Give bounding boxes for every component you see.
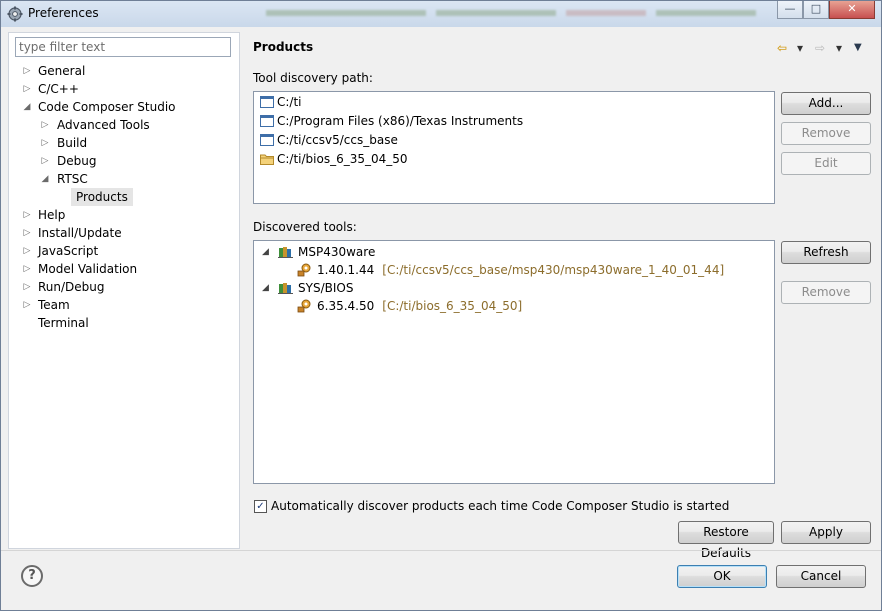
apply-button[interactable]: Apply: [781, 521, 871, 544]
refresh-button[interactable]: Refresh: [781, 241, 871, 264]
auto-discover-checkbox[interactable]: ✓: [254, 500, 267, 513]
preference-tree-pane: ▷ General ▷ C/C++ ◢ Code Composer Studio…: [8, 32, 240, 549]
path-text: C:/ti/bios_6_35_04_50: [277, 152, 408, 166]
tool-path-text: [C:/ti/bios_6_35_04_50]: [382, 299, 523, 313]
tree-item-label: Code Composer Studio: [38, 100, 176, 114]
tree-item-label: Advanced Tools: [57, 118, 150, 132]
tree-item-label-selected: Products: [71, 188, 133, 206]
tree-item-label: Run/Debug: [38, 280, 105, 294]
expand-twisty-icon[interactable]: ▷: [22, 62, 32, 80]
books-icon: [278, 247, 293, 258]
collapse-twisty-icon[interactable]: ◢: [262, 243, 272, 261]
tree-item-label: Terminal: [38, 316, 89, 330]
tree-item-label: C/C++: [38, 82, 79, 96]
add-path-button[interactable]: Add...: [781, 92, 871, 115]
path-text: C:/ti: [277, 95, 302, 109]
view-menu-icon[interactable]: ▼: [854, 41, 862, 55]
tree-item-label: General: [38, 64, 86, 78]
tool-version-text: 1.40.1.44 [C:/ti/ccsv5/ccs_base/msp430/ms…: [317, 263, 725, 277]
forward-history-dropdown-icon[interactable]: ▾: [836, 41, 842, 55]
cancel-button[interactable]: Cancel: [776, 565, 866, 588]
edit-path-button[interactable]: Edit: [781, 152, 871, 175]
expand-twisty-icon[interactable]: ▷: [22, 206, 32, 224]
product-version-icon: [297, 263, 311, 277]
minimize-button[interactable]: —: [777, 1, 803, 19]
tool-path-text: [C:/ti/ccsv5/ccs_base/msp430/msp430ware_…: [382, 263, 725, 277]
blurred-background-graphic: [266, 10, 756, 16]
expand-twisty-icon[interactable]: ▷: [40, 134, 50, 152]
expand-twisty-icon[interactable]: ▷: [40, 152, 50, 170]
title-bar[interactable]: Preferences — □ ✕: [1, 1, 881, 27]
path-text: C:/Program Files (x86)/Texas Instruments: [277, 114, 524, 128]
filter-input[interactable]: [15, 37, 231, 57]
path-text: C:/ti/ccsv5/ccs_base: [277, 133, 398, 147]
back-history-dropdown-icon[interactable]: ▾: [797, 41, 803, 55]
page-title: Products: [253, 40, 314, 54]
expand-twisty-icon[interactable]: ▷: [22, 80, 32, 98]
tree-item-label: Model Validation: [38, 262, 138, 276]
restore-defaults-button[interactable]: Restore Defaults: [678, 521, 774, 560]
expand-twisty-icon[interactable]: ▷: [22, 242, 32, 260]
expand-twisty-icon[interactable]: ▷: [22, 296, 32, 314]
tool-discovery-path-label: Tool discovery path:: [253, 71, 373, 85]
back-arrow-icon[interactable]: ⇦: [777, 41, 787, 55]
expand-twisty-icon[interactable]: ▷: [22, 224, 32, 242]
discovery-path-list[interactable]: C:/ti C:/Program Files (x86)/Texas Instr…: [253, 91, 775, 204]
tool-name: MSP430ware: [298, 245, 376, 259]
expand-twisty-icon[interactable]: ▷: [22, 278, 32, 296]
tool-name: SYS/BIOS: [298, 281, 354, 295]
help-icon[interactable]: ?: [21, 565, 43, 587]
collapse-twisty-icon[interactable]: ◢: [40, 170, 50, 188]
maximize-button[interactable]: □: [803, 1, 829, 19]
forward-arrow-icon[interactable]: ⇨: [815, 41, 825, 55]
remove-path-button[interactable]: Remove: [781, 122, 871, 145]
tree-item-label: Team: [38, 298, 70, 312]
books-icon: [278, 283, 293, 294]
discovered-tools-label: Discovered tools:: [253, 220, 357, 234]
tree-item-label: Install/Update: [38, 226, 122, 240]
preferences-dialog: Preferences — □ ✕ ▷ General ▷ C/C++ ◢ Co…: [0, 0, 882, 611]
collapse-twisty-icon[interactable]: ◢: [262, 279, 272, 297]
preferences-window-icon: [7, 6, 23, 22]
tree-item-label: Debug: [57, 154, 97, 168]
file-icon: [260, 96, 274, 108]
tree-item-label: Build: [57, 136, 88, 150]
discovered-tools-tree[interactable]: ◢ MSP430ware 1.40.1.44 [C:/ti/ccsv5/ccs_b…: [253, 240, 775, 484]
ok-button[interactable]: OK: [677, 565, 767, 588]
auto-discover-label: Automatically discover products each tim…: [271, 499, 730, 513]
expand-twisty-icon[interactable]: ▷: [40, 116, 50, 134]
tree-item-label: JavaScript: [38, 244, 99, 258]
file-icon: [260, 134, 274, 146]
footer-divider: [1, 550, 881, 551]
products-page: Products ⇦ ▾ ⇨ ▾ ▼ Tool discovery path: …: [242, 32, 881, 560]
tool-version-text: 6.35.4.50 [C:/ti/bios_6_35_04_50]: [317, 299, 523, 313]
window-title: Preferences: [28, 6, 99, 20]
tree-item-label: Help: [38, 208, 66, 222]
tree-item-label: RTSC: [57, 172, 88, 186]
close-button[interactable]: ✕: [829, 1, 875, 19]
background-window-text-blur: [266, 7, 766, 19]
remove-tool-button[interactable]: Remove: [781, 281, 871, 304]
file-icon: [260, 115, 274, 127]
expand-twisty-icon[interactable]: ▷: [22, 260, 32, 278]
product-version-icon: [297, 299, 311, 313]
folder-icon: [260, 154, 274, 165]
collapse-twisty-icon[interactable]: ◢: [22, 98, 32, 116]
